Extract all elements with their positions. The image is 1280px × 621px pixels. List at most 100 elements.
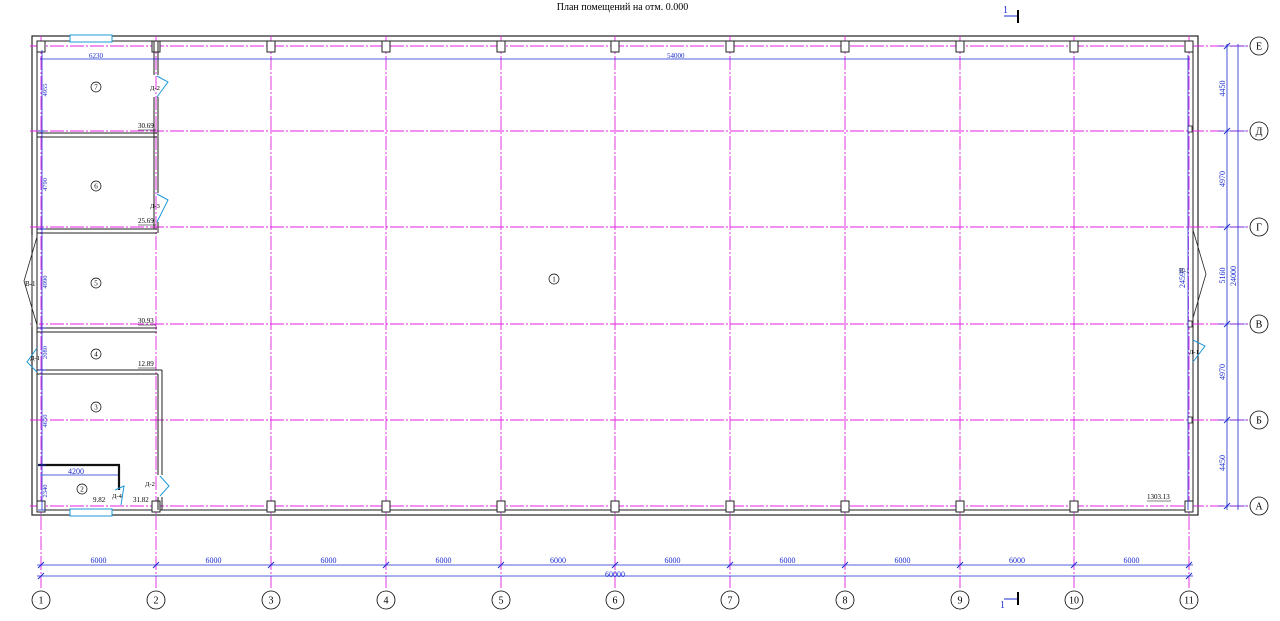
svg-text:24595: 24595 bbox=[1178, 268, 1187, 288]
axis-label: В bbox=[1256, 320, 1263, 331]
column bbox=[840, 500, 850, 513]
room-marker: 7 bbox=[90, 81, 102, 93]
area-room-4: 12.89 bbox=[138, 360, 154, 368]
area-room-1: 1303.13 bbox=[1147, 493, 1170, 501]
column bbox=[496, 40, 506, 53]
column bbox=[381, 500, 391, 513]
column bbox=[610, 40, 620, 53]
room-number: 4 bbox=[94, 351, 98, 359]
column bbox=[955, 40, 965, 53]
axis-label: Г bbox=[1256, 223, 1262, 234]
column bbox=[1184, 500, 1194, 513]
area-underlines bbox=[138, 129, 1171, 502]
column bbox=[381, 40, 391, 53]
dim-interior-text: 6230 54000 4200 bbox=[68, 52, 685, 476]
dim-left-value: 4790 bbox=[42, 178, 49, 191]
door-d1-left: Д-1 bbox=[26, 347, 40, 373]
axis-label: Б bbox=[1256, 416, 1262, 427]
dim-span-value: 6000 bbox=[436, 556, 452, 565]
dim-span-value: 6000 bbox=[91, 556, 107, 565]
column bbox=[496, 500, 506, 513]
column bbox=[840, 40, 850, 53]
area-labels: 1303.13 9.82 31.82 12.89 30.93 25.69 30.… bbox=[93, 122, 1170, 504]
door-d2-bottom: Д-2 bbox=[145, 475, 170, 497]
room-number: 5 bbox=[94, 280, 98, 288]
axis-bubble-y: Д bbox=[1249, 121, 1269, 141]
axis-label: 9 bbox=[958, 596, 963, 607]
window-bottom bbox=[69, 508, 113, 517]
dim-right-chain: 4450 4970 5160 4970 4450 24000 bbox=[1218, 42, 1247, 510]
axis-bubble-y: Б bbox=[1249, 410, 1269, 430]
dim-left-chain: 4955 4790 4990 2080 4650 2340 bbox=[38, 84, 49, 511]
dim-left-value: 2080 bbox=[42, 346, 49, 359]
room-number: 2 bbox=[80, 486, 84, 494]
dim-span-value: 6000 bbox=[665, 556, 681, 565]
axis-bubble-y: А bbox=[1249, 496, 1269, 516]
dim-span-value: 4450 bbox=[1218, 81, 1227, 97]
axis-bubble-x: 8 bbox=[835, 590, 855, 610]
axis-label: 7 bbox=[728, 596, 733, 607]
dim-inner-right: 24595 bbox=[1178, 268, 1187, 288]
dim-left-value: 4955 bbox=[42, 84, 49, 97]
column bbox=[36, 40, 46, 53]
column bbox=[151, 500, 161, 513]
dim-left-value: 2340 bbox=[42, 485, 49, 498]
room-marker: 4 bbox=[90, 348, 102, 360]
window-top bbox=[69, 34, 113, 43]
svg-text:Д-1: Д-1 bbox=[30, 355, 40, 362]
dim-top-right: 54000 bbox=[667, 52, 685, 60]
dim-span-value: 4450 bbox=[1218, 455, 1227, 471]
axis-bubbles-y: Е Д Г В Б А bbox=[1249, 36, 1269, 516]
axis-bubble-y: Е bbox=[1249, 36, 1269, 56]
axis-bubble-x: 11 bbox=[1179, 590, 1199, 610]
axis-label: 1 bbox=[39, 596, 44, 607]
axis-bubble-x: 3 bbox=[261, 590, 281, 610]
column bbox=[266, 500, 276, 513]
room-marker: 1 bbox=[548, 273, 560, 285]
column bbox=[151, 40, 161, 53]
section-mark-bottom: 1 bbox=[1000, 592, 1019, 611]
dim-span-value: 6000 bbox=[550, 556, 566, 565]
gate-label: В-1 bbox=[25, 280, 36, 288]
axis-bubble-y: Г bbox=[1249, 217, 1269, 237]
axis-bubble-x: 9 bbox=[950, 590, 970, 610]
section-mark-label: 1 bbox=[1003, 5, 1008, 16]
axis-label: 5 bbox=[499, 596, 504, 607]
column bbox=[1187, 125, 1193, 133]
axis-bubble-x: 4 bbox=[376, 590, 396, 610]
door-d1-right: Д-1 bbox=[1189, 339, 1206, 363]
axis-label: 4 bbox=[384, 596, 389, 607]
room-marker: 3 bbox=[90, 401, 102, 413]
room-marker: 6 bbox=[90, 180, 102, 192]
dim-span-value: 6000 bbox=[780, 556, 796, 565]
column bbox=[1184, 40, 1194, 53]
dim-left-value: 4650 bbox=[42, 415, 49, 428]
dim-span-value: 6000 bbox=[895, 556, 911, 565]
door-d4: Д-4 bbox=[112, 485, 125, 506]
dim-span-value: 6000 bbox=[1009, 556, 1025, 565]
column bbox=[955, 500, 965, 513]
column bbox=[1187, 320, 1193, 328]
svg-text:Д-1: Д-1 bbox=[1189, 349, 1199, 356]
area-room-7: 30.69 bbox=[138, 122, 154, 130]
dim-span-value: 6000 bbox=[1124, 556, 1140, 565]
axis-label: 11 bbox=[1184, 596, 1194, 607]
dim-span-value: 5160 bbox=[1218, 268, 1227, 284]
room-markers: 1 2 3 4 5 6 7 bbox=[76, 81, 560, 495]
dim-span-value: 4970 bbox=[1218, 171, 1227, 187]
column bbox=[725, 40, 735, 53]
dim-left-value: 4990 bbox=[42, 276, 49, 289]
axis-label: Е bbox=[1256, 42, 1262, 53]
column bbox=[610, 500, 620, 513]
room-number: 6 bbox=[94, 183, 98, 191]
area-room-6: 25.69 bbox=[138, 217, 154, 225]
axis-label: 10 bbox=[1069, 596, 1079, 607]
axis-label: А bbox=[1255, 502, 1263, 513]
axis-grid bbox=[30, 36, 1248, 588]
svg-text:Д-2: Д-2 bbox=[145, 481, 155, 488]
room-number: 3 bbox=[94, 404, 98, 412]
section-mark-label: 1 bbox=[1000, 600, 1005, 611]
axis-bubble-x: 7 bbox=[720, 590, 740, 610]
dim-total-value: 60000 bbox=[605, 570, 625, 579]
axis-bubble-y: В bbox=[1249, 314, 1269, 334]
